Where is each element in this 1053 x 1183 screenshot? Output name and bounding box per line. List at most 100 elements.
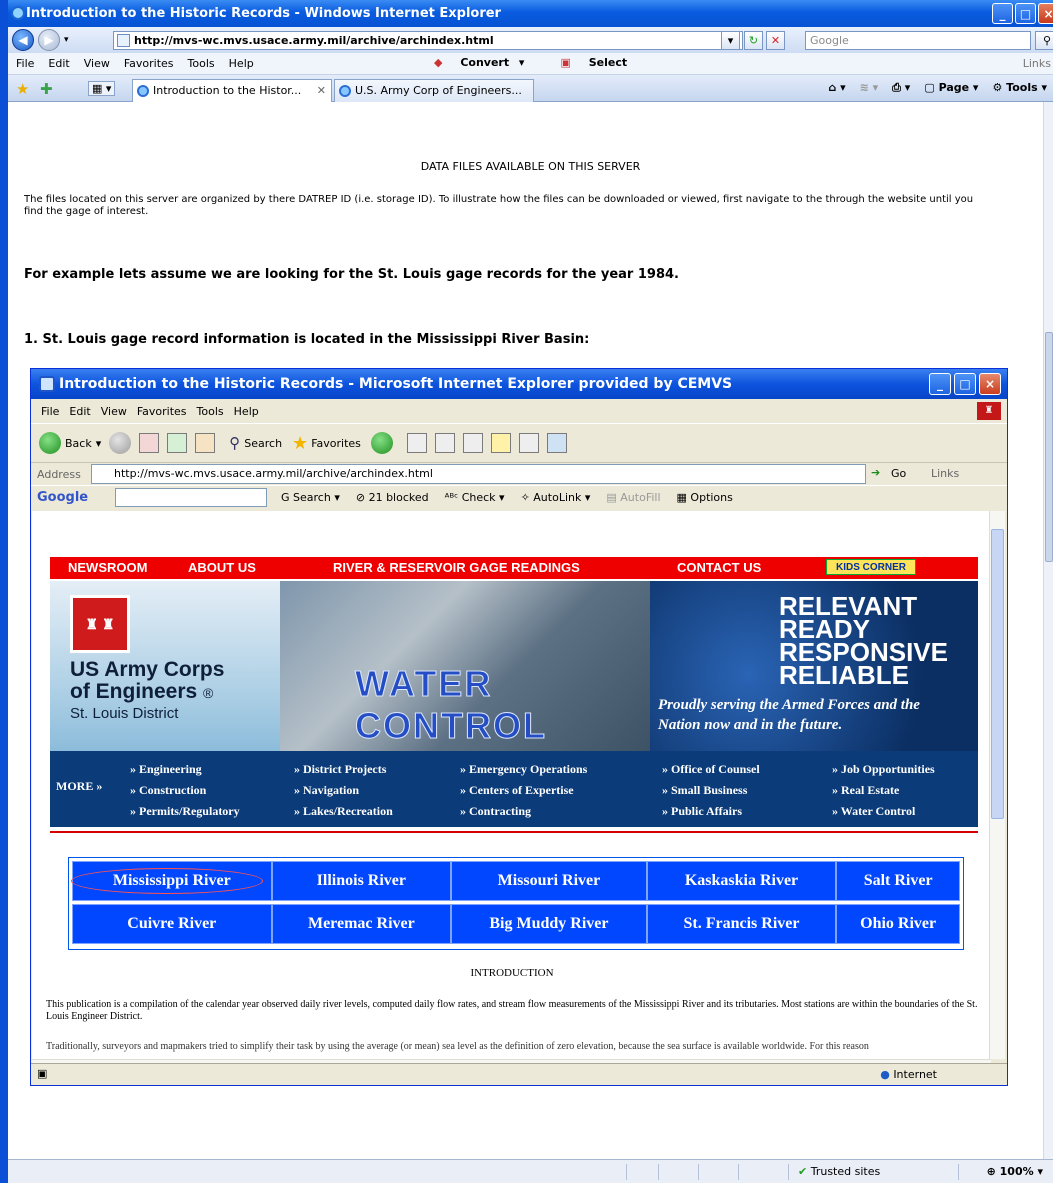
link-lakes[interactable]: » Lakes/Recreation — [294, 801, 393, 822]
home-icon[interactable] — [195, 433, 216, 453]
page-vertical-scrollbar[interactable] — [1043, 102, 1053, 1159]
forward-arrow-icon[interactable] — [109, 432, 132, 454]
search-input[interactable]: Google — [805, 31, 1031, 50]
river-kaskaskia[interactable]: Kaskaskia River — [646, 861, 837, 901]
inner-menu-favorites[interactable]: Favorites — [137, 405, 187, 418]
home-icon[interactable]: ⌂ ▾ — [828, 81, 845, 95]
refresh-icon[interactable]: ↻ — [744, 31, 763, 50]
google-search-input[interactable] — [115, 488, 267, 507]
inner-menu-tools[interactable]: Tools — [197, 405, 224, 418]
link-district-projects[interactable]: » District Projects — [294, 759, 393, 780]
link-permits[interactable]: » Permits/Regulatory — [130, 801, 240, 822]
inner-menu-file[interactable]: File — [41, 405, 59, 418]
history-dropdown-icon[interactable]: ▾ — [64, 35, 69, 45]
river-illinois[interactable]: Illinois River — [271, 861, 452, 901]
page-menu[interactable]: ▢ Page ▾ — [924, 81, 978, 95]
river-st-francis[interactable]: St. Francis River — [646, 904, 837, 944]
favorites-star-icon[interactable]: ★ — [16, 80, 29, 98]
link-public-affairs[interactable]: » Public Affairs — [662, 801, 760, 822]
link-engineering[interactable]: » Engineering — [130, 759, 240, 780]
nav-newsroom[interactable]: NEWSROOM — [68, 560, 147, 575]
link-jobs[interactable]: » Job Opportunities — [832, 759, 935, 780]
tab-army-corp[interactable]: U.S. Army Corp of Engineers... — [334, 79, 534, 102]
forward-button[interactable]: ▶ — [38, 29, 60, 51]
link-water-control[interactable]: » Water Control — [832, 801, 935, 822]
link-emergency[interactable]: » Emergency Operations — [460, 759, 587, 780]
inner-go-button[interactable]: Go — [891, 467, 906, 480]
menu-favorites[interactable]: Favorites — [124, 57, 174, 70]
menu-edit[interactable]: Edit — [48, 57, 69, 70]
inner-maximize-button[interactable]: □ — [954, 373, 976, 395]
minimize-button[interactable]: _ — [992, 3, 1013, 24]
inner-back-label[interactable]: Back — [65, 437, 92, 450]
link-counsel[interactable]: » Office of Counsel — [662, 759, 760, 780]
refresh-icon[interactable] — [167, 433, 188, 453]
add-favorite-icon[interactable]: ✚ — [40, 80, 53, 98]
link-navigation[interactable]: » Navigation — [294, 780, 393, 801]
inner-menu-help[interactable]: Help — [234, 405, 259, 418]
link-real-estate[interactable]: » Real Estate — [832, 780, 935, 801]
nav-about-us[interactable]: ABOUT US — [188, 560, 256, 575]
menu-view[interactable]: View — [84, 57, 110, 70]
tab-introduction[interactable]: Introduction to the Histor... ✕ — [132, 79, 332, 102]
inner-links-label[interactable]: Links — [931, 467, 959, 480]
messenger-icon[interactable] — [546, 433, 567, 453]
spell-check-button[interactable]: ᴬᴮᶜ Check ▾ — [445, 491, 505, 504]
edit-icon[interactable] — [462, 433, 483, 453]
inner-minimize-button[interactable]: _ — [929, 373, 951, 395]
menu-file[interactable]: File — [16, 57, 34, 70]
kids-corner-button[interactable]: KIDS CORNER — [826, 559, 916, 575]
back-arrow-icon[interactable] — [39, 432, 61, 454]
mail-icon[interactable] — [406, 433, 427, 453]
address-bar[interactable]: http://mvs-wc.mvs.usace.army.mil/archive… — [113, 31, 743, 50]
link-contracting[interactable]: » Contracting — [460, 801, 587, 822]
note-icon[interactable] — [490, 433, 511, 453]
research-icon[interactable] — [518, 433, 539, 453]
close-tab-icon[interactable]: ✕ — [317, 84, 326, 97]
inner-menu-view[interactable]: View — [101, 405, 127, 418]
link-small-business[interactable]: » Small Business — [662, 780, 760, 801]
nav-gage-readings[interactable]: RIVER & RESERVOIR GAGE READINGS — [333, 560, 580, 575]
nav-contact-us[interactable]: CONTACT US — [677, 560, 761, 575]
print-icon[interactable]: ⎙ ▾ — [892, 81, 910, 95]
go-arrow-icon[interactable]: ➔ — [871, 466, 880, 479]
menu-help[interactable]: Help — [229, 57, 254, 70]
autolink-button[interactable]: ✧ AutoLink ▾ — [521, 491, 591, 504]
zoom-level[interactable]: ⊕ 100% ▾ — [987, 1165, 1043, 1178]
google-search-button[interactable]: G Search ▾ — [281, 491, 340, 504]
inner-close-button[interactable]: × — [979, 373, 1001, 395]
address-dropdown-icon[interactable]: ▾ — [721, 31, 740, 50]
history-icon[interactable] — [370, 432, 393, 454]
link-centers[interactable]: » Centers of Expertise — [460, 780, 587, 801]
search-icon[interactable]: ⚲ — [229, 434, 240, 452]
google-logo[interactable]: Google — [37, 490, 88, 505]
convert-button[interactable]: ◆ Convert ▾ — [426, 56, 524, 69]
river-mississippi[interactable]: Mississippi River — [71, 861, 272, 901]
search-icon[interactable]: ⚲ — [1035, 31, 1053, 50]
inner-vertical-scrollbar[interactable] — [989, 511, 1005, 1059]
links-label[interactable]: Links — [1023, 57, 1051, 70]
river-cuivre[interactable]: Cuivre River — [72, 904, 272, 944]
feeds-icon[interactable]: ≋ ▾ — [860, 81, 879, 95]
print-icon[interactable] — [434, 433, 455, 453]
river-meremac[interactable]: Meremac River — [271, 904, 452, 944]
select-button[interactable]: ▣ Select — [552, 56, 633, 69]
stop-icon[interactable] — [139, 433, 160, 453]
river-salt[interactable]: Salt River — [836, 861, 960, 901]
close-button[interactable]: × — [1038, 3, 1053, 24]
popup-blocked-counter[interactable]: ⊘ 21 blocked — [356, 491, 429, 504]
river-ohio[interactable]: Ohio River — [836, 904, 960, 944]
tools-menu[interactable]: ⚙ Tools ▾ — [992, 81, 1047, 95]
link-construction[interactable]: » Construction — [130, 780, 240, 801]
river-missouri[interactable]: Missouri River — [451, 861, 647, 901]
inner-address-bar[interactable]: http://mvs-wc.mvs.usace.army.mil/archive… — [91, 464, 866, 484]
maximize-button[interactable]: □ — [1015, 3, 1036, 24]
quick-tabs-icon[interactable]: ▦ ▾ — [88, 81, 116, 96]
river-big-muddy[interactable]: Big Muddy River — [451, 904, 647, 944]
favorites-icon[interactable]: ★ — [292, 433, 308, 454]
back-button[interactable]: ◀ — [12, 29, 34, 51]
inner-favorites-label[interactable]: Favorites — [311, 437, 361, 450]
inner-menu-edit[interactable]: Edit — [69, 405, 90, 418]
stop-icon[interactable]: ✕ — [766, 31, 785, 50]
options-button[interactable]: ▦ Options — [677, 491, 733, 504]
